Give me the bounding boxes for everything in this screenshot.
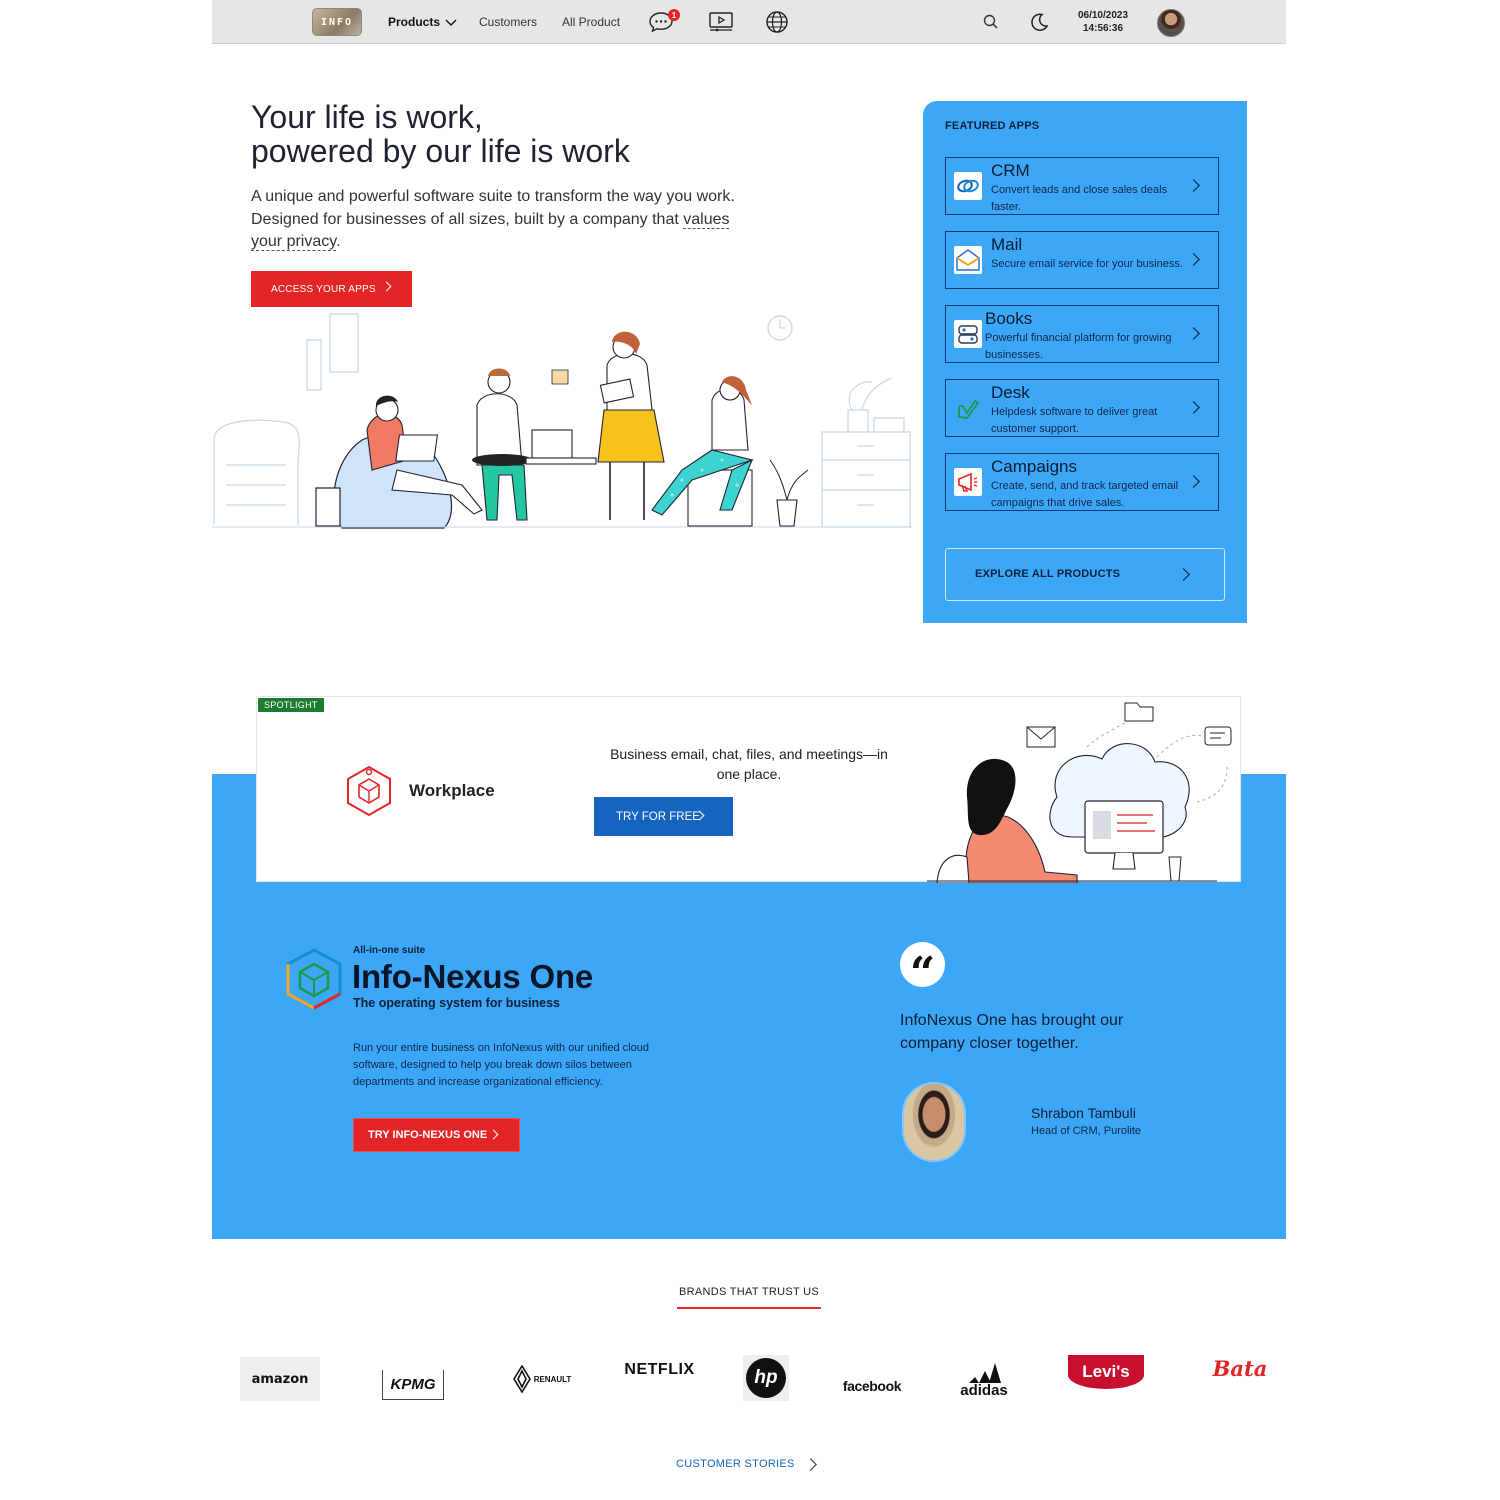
try-info-nexus-one-button[interactable]: TRY INFO-NEXUS ONE [353, 1118, 520, 1152]
spotlight-card: SPOTLIGHT Workplace Business email, chat… [256, 696, 1241, 883]
workplace-illustration [927, 702, 1232, 883]
info-nexus-one-logo-icon [286, 948, 342, 1010]
app-name: Desk [991, 383, 1030, 402]
nav-products-label: Products [388, 15, 441, 29]
app-description: Helpdesk software to deliver great custo… [991, 406, 1158, 435]
access-your-apps-label: ACCESS YOUR APPS [271, 283, 376, 295]
brand-logo-facebook: facebook [840, 1362, 904, 1410]
brand-logo-netflix: NETFLIX [624, 1346, 695, 1394]
brand-name: NETFLIX [624, 1361, 695, 1378]
chevron-down-icon [445, 19, 457, 27]
brand-name: Bata [1212, 1355, 1268, 1381]
current-time: 14:56:36 [1082, 23, 1124, 34]
brand-logo-amazon: amazon [240, 1357, 320, 1401]
suite-tagline: The operating system for business [353, 996, 560, 1010]
desk-icon [954, 394, 982, 422]
nav-products[interactable]: Products [388, 15, 457, 29]
workplace-cube-icon [347, 765, 391, 817]
brands-heading: BRANDS THAT TRUST US [677, 1286, 821, 1309]
current-date: 06/10/2023 [1077, 10, 1129, 21]
hero-title: Your life is work, powered by our life i… [251, 100, 771, 168]
video-icon[interactable] [708, 10, 734, 34]
app-name: Mail [991, 235, 1023, 254]
user-avatar[interactable] [1157, 9, 1185, 37]
access-your-apps-button[interactable]: ACCESS YOUR APPS [251, 271, 412, 307]
renault-diamond-icon [512, 1365, 531, 1393]
app-name: Campaigns [991, 457, 1077, 476]
suite-title: Info-Nexus One [352, 958, 594, 995]
campaigns-icon [954, 468, 982, 496]
hero-title-line-1: Your life is work, [251, 99, 483, 135]
workplace-title: Workplace [409, 781, 495, 800]
app-card-campaigns[interactable]: Campaigns Create, send, and track target… [945, 453, 1219, 511]
brand-name: RENAULT [533, 1374, 572, 1384]
explore-all-products-label: EXPLORE ALL PRODUCTS [975, 568, 1121, 580]
app-name: CRM [991, 161, 1030, 180]
chevron-right-icon[interactable] [804, 1458, 817, 1471]
app-name: Books [985, 309, 1033, 328]
dark-mode-moon-icon[interactable] [1028, 11, 1050, 33]
brand-logo-adidas: adidas [952, 1356, 1016, 1404]
spotlight-description: Business email, chat, files, and meeting… [610, 746, 888, 782]
brand-logo[interactable]: INFO [312, 8, 362, 36]
testimonial-name: Shrabon Tambuli [1031, 1105, 1136, 1121]
try-for-free-label: TRY FOR FREE [616, 810, 700, 823]
chevron-right-icon [488, 1129, 499, 1140]
brand-name: hp [754, 1367, 778, 1388]
featured-apps-heading: FEATURED APPS [945, 120, 1040, 132]
testimonial-role: Head of CRM, Purolite [1031, 1125, 1142, 1137]
chevron-right-icon [1177, 568, 1190, 581]
app-description: Create, send, and track targeted email c… [991, 480, 1179, 509]
suite-description: Run your entire business on InfoNexus wi… [353, 1042, 649, 1088]
logo-text: INFO [320, 16, 354, 28]
customer-stories-link[interactable]: CUSTOMER STORIES [676, 1458, 795, 1470]
levis-batwing: Levi's [1068, 1355, 1144, 1389]
top-navigation-bar: INFO Products Customers All Product 1 06… [212, 0, 1286, 44]
brand-name: Levi's [1082, 1362, 1130, 1381]
globe-icon[interactable] [764, 10, 790, 34]
brand-logo-renault: RENAULT [506, 1355, 578, 1403]
team-working-illustration [212, 313, 912, 529]
testimonial-avatar [902, 1082, 966, 1162]
app-description: Convert leads and close sales deals fast… [991, 184, 1168, 213]
notification-badge: 1 [668, 9, 680, 21]
nav-customers[interactable]: Customers [479, 15, 537, 29]
chevron-right-icon [381, 281, 392, 292]
hero-title-line-2: powered by our life is work [251, 133, 630, 169]
brand-name: amazon [251, 1371, 309, 1387]
app-card-desk[interactable]: Desk Helpdesk software to deliver great … [945, 379, 1219, 437]
brand-logo-hp: hp [743, 1355, 789, 1401]
spotlight-tag: SPOTLIGHT [258, 698, 324, 712]
brand-name: adidas [960, 1381, 1008, 1399]
app-description: Powerful financial platform for growing … [985, 332, 1172, 361]
try-info-nexus-one-label: TRY INFO-NEXUS ONE [368, 1129, 488, 1141]
app-card-crm[interactable]: CRM Convert leads and close sales deals … [945, 157, 1219, 215]
explore-all-products-button[interactable]: EXPLORE ALL PRODUCTS [945, 548, 1225, 601]
adidas-stripes-icon [969, 1362, 1001, 1383]
page: INFO Products Customers All Product 1 06… [212, 0, 1286, 1500]
testimonial-quote: InfoNexus One has brought our company cl… [900, 1012, 1124, 1052]
brand-name: KPMG [390, 1376, 436, 1393]
app-card-mail[interactable]: Mail Secure email service for your busin… [945, 231, 1219, 289]
search-icon[interactable] [981, 12, 1001, 32]
brand-logo-levis: Levi's [1067, 1354, 1145, 1390]
hero-subtitle: A unique and powerful software suite to … [251, 186, 741, 254]
nav-all-product[interactable]: All Product [562, 15, 620, 29]
hp-circle: hp [746, 1358, 786, 1398]
brand-name: facebook [842, 1378, 902, 1394]
app-description: Secure email service for your business. [991, 258, 1183, 270]
crm-icon [954, 172, 982, 200]
date-time-display: 06/10/2023 14:56:36 [1062, 9, 1144, 35]
suite-kicker: All-in-one suite [353, 945, 426, 956]
featured-apps-panel: FEATURED APPS CRM Convert leads and clos… [923, 101, 1247, 623]
brand-logo-bata: Bata [1200, 1344, 1280, 1392]
try-for-free-button[interactable]: TRY FOR FREE [594, 797, 733, 836]
brand-logo-kpmg: KPMG [382, 1370, 444, 1400]
hero-subtitle-text: A unique and powerful software suite to … [251, 188, 735, 228]
quote-icon: “ [900, 942, 945, 995]
hero-subtitle-end: . [336, 233, 341, 250]
mail-icon [954, 246, 982, 274]
books-icon [954, 320, 982, 348]
app-card-books[interactable]: Books Powerful financial platform for gr… [945, 305, 1219, 363]
